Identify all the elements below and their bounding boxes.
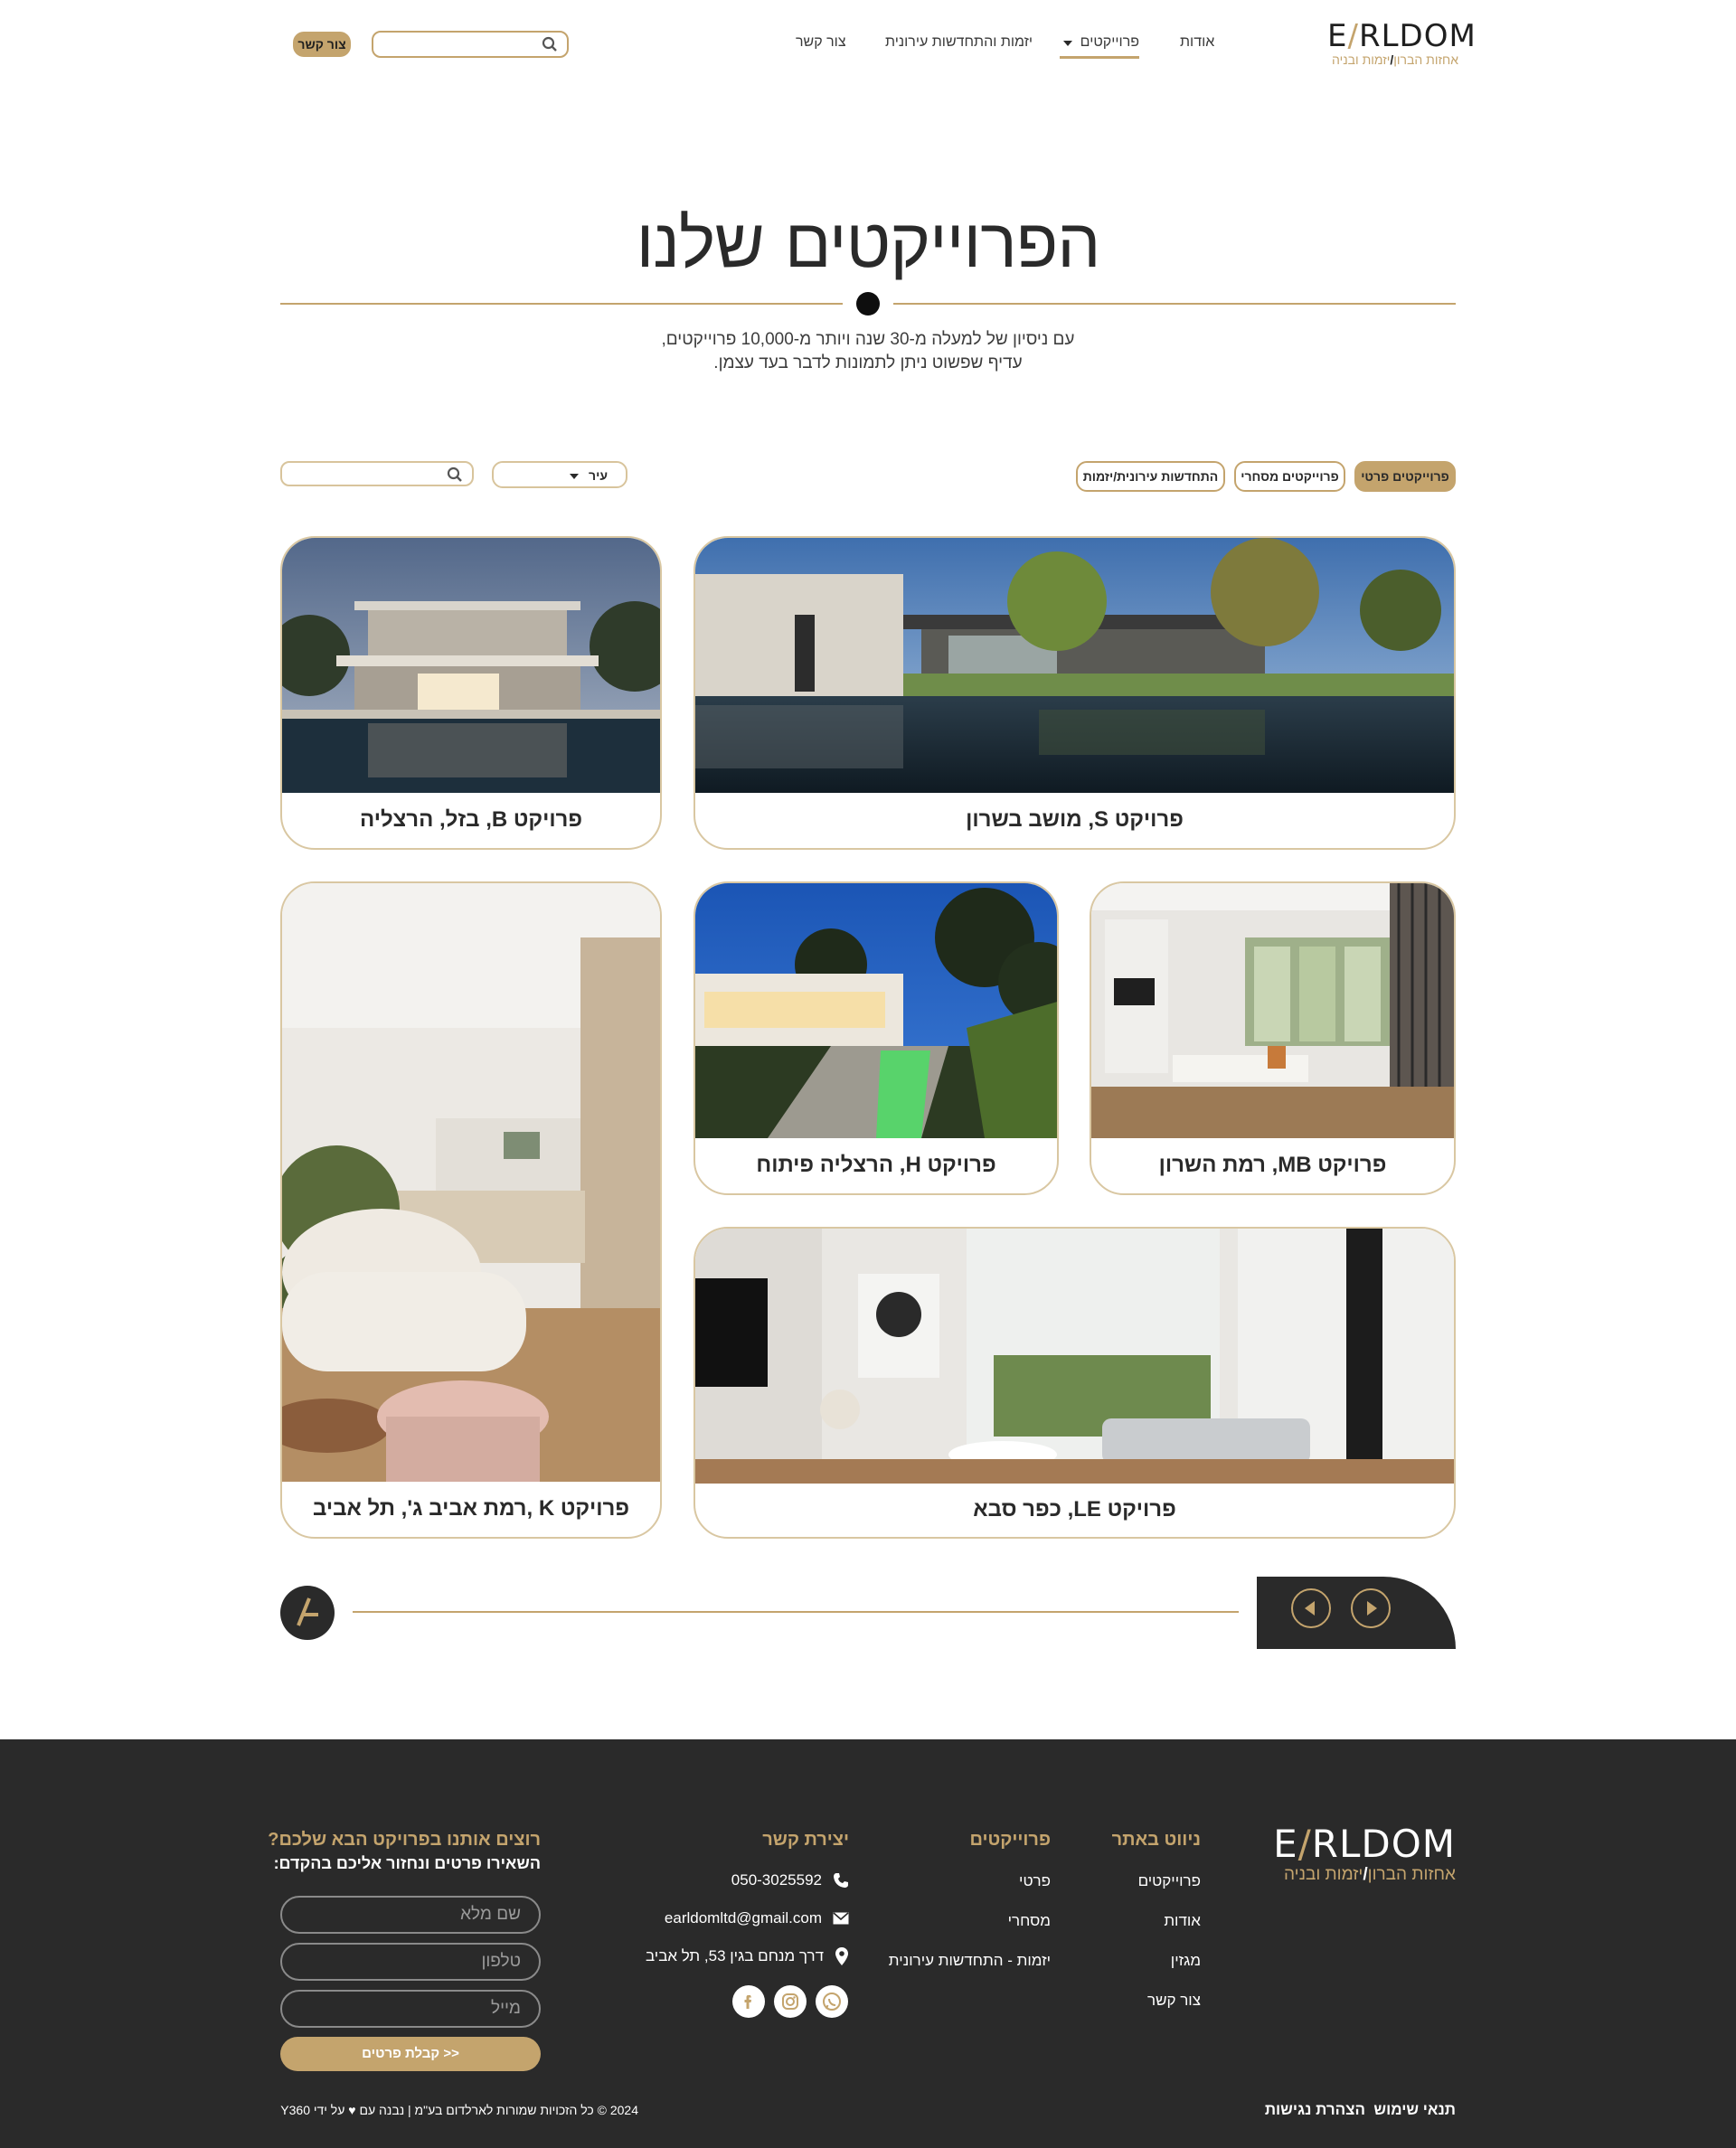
logo-word-left: E xyxy=(1327,18,1348,54)
whatsapp-icon[interactable] xyxy=(816,1985,848,2018)
project-card-b[interactable]: פרויקט B, בזל, הרצליה xyxy=(280,536,662,850)
footer-link-contact[interactable]: צור קשר xyxy=(1147,1992,1201,2010)
project-image-k xyxy=(282,883,660,1482)
project-caption-s: פרויקט S, מושב בשרון xyxy=(966,807,1184,832)
pagination-panel xyxy=(1257,1577,1456,1649)
hero-subtitle-2: עדיף שפשוט ניתן לתמונות לדבר בעד עצמן. xyxy=(713,353,1023,372)
projects-search-input[interactable] xyxy=(280,461,474,486)
logo-sub-right: יזמות ובניה xyxy=(1331,52,1391,67)
social-links xyxy=(732,1985,850,2018)
project-caption-h: פרויקט H, הרצליה פיתוח xyxy=(756,1153,996,1177)
terms-link[interactable]: תנאי שימוש xyxy=(1373,2101,1456,2119)
accessibility-link[interactable]: הצהרת נגישות xyxy=(1265,2101,1365,2119)
header-search-input[interactable] xyxy=(372,31,569,58)
footer-email-row[interactable]: earldomltd@gmail.com xyxy=(665,1908,849,1929)
footer-logo-word-left: E xyxy=(1273,1822,1298,1866)
project-caption-k: פרויקט K ,רמת אביב ג', תל אביב xyxy=(312,1496,629,1521)
nav-active-underline xyxy=(1060,56,1139,59)
page-title: הפרוייקטים שלנו xyxy=(636,203,1101,283)
header: E/RLDOM אחזות הברון/יזמות ובניה אודות פר… xyxy=(0,0,1736,90)
footer-logo-sub-left: אחזות הברון xyxy=(1367,1865,1456,1884)
footer-contact-title: יצירת קשר xyxy=(762,1830,849,1850)
nav-contact[interactable]: צור קשר xyxy=(796,34,846,51)
nav-projects-label: פרוייקטים xyxy=(1080,34,1139,50)
full-name-field[interactable]: שם מלא xyxy=(280,1896,541,1934)
form-subtitle: השאירו פרטים ונחזור אליכם בהקדם: xyxy=(273,1854,541,1872)
form-title: רוצים אותנו בפרויקט הבא שלכם? xyxy=(268,1830,541,1850)
footer-link-magazine[interactable]: מגזין xyxy=(1171,1952,1201,1970)
city-select-label: עיר xyxy=(589,468,608,483)
project-card-le[interactable]: פרויקט LE, כפר סבא xyxy=(693,1227,1456,1539)
footer-link-projects[interactable]: פרוייקטים xyxy=(1138,1872,1201,1890)
tab-commercial-projects[interactable]: פרוייקטים מסחרי xyxy=(1234,461,1345,492)
search-icon xyxy=(447,466,463,483)
footer-logo[interactable]: E/RLDOM אחזות הברון/יזמות ובניה xyxy=(1264,1824,1456,1888)
tab-urban-renewal[interactable]: התחדשות עירונית/יזמות xyxy=(1076,461,1225,492)
copyright: 2024 © כל הזכויות שמורות לארלדום בע"מ | … xyxy=(280,2103,638,2117)
footer-address-row[interactable]: דרך מנחם בגין 53, תל אביב xyxy=(646,1945,849,1967)
next-button[interactable] xyxy=(1351,1588,1391,1628)
footer-link-about[interactable]: אודות xyxy=(1164,1912,1201,1930)
city-select[interactable]: עיר xyxy=(492,461,627,488)
nav-projects[interactable]: פרוייקטים xyxy=(1060,34,1139,61)
project-image-h xyxy=(695,883,1057,1138)
location-pin-icon xyxy=(835,1947,849,1965)
contact-button[interactable]: צור קשר xyxy=(293,32,351,57)
phone-field[interactable]: טלפון xyxy=(280,1943,541,1981)
pagination-logo-badge xyxy=(280,1586,335,1640)
footer-logo-sub-right: יזמות ובניה xyxy=(1283,1865,1363,1884)
logo[interactable]: E/RLDOM אחזות הברון/יזמות ובניה xyxy=(1327,18,1476,67)
project-caption-b: פרויקט B, בזל, הרצליה xyxy=(359,807,583,832)
instagram-icon[interactable] xyxy=(774,1985,807,2018)
project-card-k[interactable]: פרויקט K ,רמת אביב ג', תל אביב xyxy=(280,881,662,1539)
footer-email: earldomltd@gmail.com xyxy=(664,1909,822,1927)
footer: E/RLDOM אחזות הברון/יזמות ובניה ניווט בא… xyxy=(0,1739,1736,2148)
prev-button[interactable] xyxy=(1291,1588,1331,1628)
submit-button[interactable]: << קבלת פרטים xyxy=(280,2037,541,2071)
mail-icon xyxy=(833,1912,849,1925)
footer-address: דרך מנחם בגין 53, תל אביב xyxy=(645,1947,824,1964)
footer-phone: 050-3025592 xyxy=(731,1871,822,1889)
chevron-down-icon xyxy=(570,474,579,479)
tab-private-projects[interactable]: פרוייקטים פרטי xyxy=(1354,461,1456,492)
hero-divider-left xyxy=(280,303,843,305)
project-caption-le: פרויקט LE, כפר סבא xyxy=(973,1497,1176,1522)
project-card-s[interactable]: פרויקט S, מושב בשרון xyxy=(693,536,1456,850)
footer-link-private[interactable]: פרטי xyxy=(1019,1872,1051,1890)
footer-projects-title: פרוייקטים xyxy=(969,1830,1051,1850)
hero-divider-dot xyxy=(856,292,880,316)
nav-about[interactable]: אודות xyxy=(1180,34,1214,51)
project-card-h[interactable]: פרויקט H, הרצליה פיתוח xyxy=(693,881,1059,1195)
phone-icon xyxy=(833,1872,849,1889)
logo-sub-left: אחזות הברון xyxy=(1393,52,1458,67)
project-caption-mb: פרויקט MB, רמת השרון xyxy=(1158,1153,1387,1177)
email-field[interactable]: מייל xyxy=(280,1990,541,2028)
footer-phone-row[interactable]: 050-3025592 xyxy=(731,1870,849,1891)
footer-link-urban-renewal[interactable]: יזמות - התחדשות עירונית xyxy=(889,1952,1051,1970)
facebook-icon[interactable] xyxy=(732,1985,765,2018)
search-icon xyxy=(542,36,558,52)
footer-nav-title: ניווט באתר xyxy=(1111,1830,1201,1850)
nav-urban-renewal[interactable]: יזמות והתחדשות עירונית xyxy=(885,34,1033,51)
project-card-mb[interactable]: פרויקט MB, רמת השרון xyxy=(1090,881,1456,1195)
footer-link-commercial[interactable]: מסחרי xyxy=(1008,1912,1051,1930)
footer-logo-word-right: RLDOM xyxy=(1311,1822,1456,1866)
hero-divider-right xyxy=(893,303,1456,305)
hero-subtitle-1: עם ניסיון של למעלה מ-30 שנה ויותר מ-10,0… xyxy=(661,330,1075,349)
pagination-line xyxy=(353,1611,1239,1613)
logo-word-right: RLDOM xyxy=(1358,18,1477,54)
chevron-down-icon xyxy=(1063,41,1072,46)
project-image-le xyxy=(695,1229,1454,1484)
project-image-b xyxy=(282,538,660,793)
project-image-mb xyxy=(1091,883,1454,1138)
project-image-s xyxy=(695,538,1454,793)
